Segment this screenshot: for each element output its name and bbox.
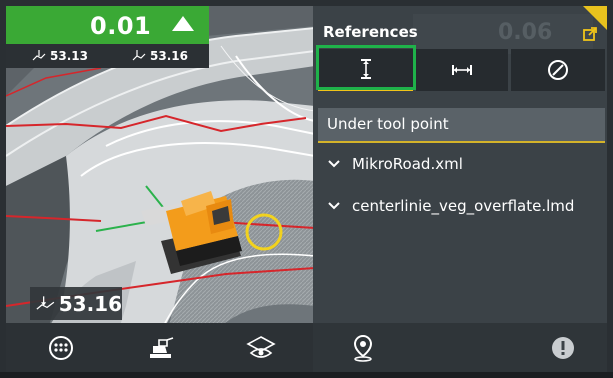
horizontal-distance-icon — [452, 65, 472, 75]
machine-icon — [150, 336, 174, 358]
section-header: Under tool point — [318, 108, 605, 143]
ghost-value-text: 0.06 — [498, 20, 553, 45]
chevron-down-icon[interactable] — [328, 160, 340, 168]
view-icon — [246, 335, 276, 358]
up-arrow-icon — [172, 16, 194, 31]
right-elevation: 53.16 — [132, 49, 188, 63]
left-elevation-value: 53.13 — [50, 49, 88, 63]
tab-vertical[interactable] — [318, 49, 413, 91]
list-item[interactable]: centerlinie_veg_overflate.lmd — [318, 186, 605, 226]
popout-button[interactable] — [583, 26, 597, 45]
reference-tabs — [316, 45, 605, 95]
list-item-label: MikroRoad.xml — [352, 155, 463, 173]
tab-horizontal[interactable] — [416, 49, 508, 91]
disabled-icon — [548, 60, 568, 80]
list-item[interactable]: MikroRoad.xml — [318, 144, 605, 184]
tool-elevation-icon — [132, 50, 146, 61]
view-toolbar — [6, 323, 315, 372]
section-header-label: Under tool point — [327, 115, 449, 133]
elevation-readout-value: 53.16 — [58, 291, 122, 316]
keypad-icon — [49, 335, 73, 360]
camera-view-button[interactable] — [221, 323, 301, 372]
references-panel: 0.06 References Under tool point MikroRo… — [313, 6, 607, 372]
cut-fill-value: 0.01 — [90, 12, 152, 40]
location-button[interactable] — [313, 323, 413, 372]
tab-disabled[interactable] — [511, 49, 605, 91]
popout-icon — [583, 27, 597, 41]
surface-elevation-icon — [32, 50, 46, 61]
panel-footer — [313, 323, 607, 372]
app-window: 0.01 53.13 53.16 53.16 0.06 References U… — [0, 0, 613, 378]
right-elevation-value: 53.16 — [150, 49, 188, 63]
panel-title: References — [323, 23, 418, 41]
warning-icon — [552, 336, 574, 359]
warning-button[interactable] — [513, 323, 613, 372]
elevation-header: 0.01 53.13 53.16 — [6, 6, 209, 68]
cut-fill-indicator: 0.01 — [6, 6, 209, 44]
list-item-label: centerlinie_veg_overflate.lmd — [352, 197, 575, 215]
elevation-sub-bar: 53.13 53.16 — [6, 44, 209, 68]
keypad-button[interactable] — [21, 323, 101, 372]
machine-view-button[interactable] — [121, 323, 201, 372]
bottom-edge — [0, 372, 613, 378]
left-elevation: 53.13 — [32, 49, 88, 63]
elevation-readout: 53.16 — [30, 287, 122, 320]
vertical-distance-icon — [360, 58, 371, 79]
tool-elevation-icon — [36, 295, 55, 310]
panel-ghost-value: 0.06 — [413, 14, 593, 54]
chevron-down-icon[interactable] — [328, 202, 340, 210]
location-pin-icon — [353, 334, 373, 362]
